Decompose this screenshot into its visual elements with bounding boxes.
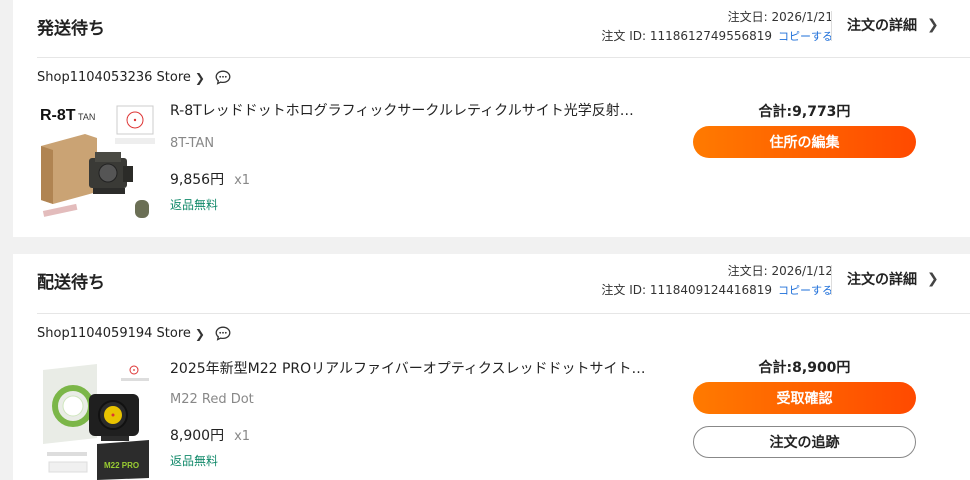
product-price-row: 9,856円 x1 [170,169,250,189]
product-title[interactable]: 2025年新型M22 PROリアルファイバーオプティクスレッドドットサイト… [170,358,645,378]
product-title[interactable]: R-8Tレッドドットホログラフィックサークルレティクルサイト光学反射… [170,100,634,120]
confirm-receipt-button[interactable]: 受取確認 [693,382,916,414]
product-image[interactable]: R-8T TAN [37,100,157,222]
order-card: 発送待ち 注文日: 2026/1/21 注文 ID: 1118612749556… [13,0,970,237]
chevron-right-icon: ❯ [927,271,939,287]
product-quantity: x1 [234,173,251,188]
product-quantity: x1 [234,429,251,444]
order-status: 発送待ち [37,19,105,39]
order-card: 配送待ち 注文日: 2026/1/12 注文 ID: 1118409124416… [13,254,970,480]
shop-link[interactable]: Shop1104059194 Store ❯ [37,326,231,341]
divider [831,11,832,41]
chevron-right-icon: ❯ [927,17,939,33]
order-detail-label: 注文の詳細 [847,272,917,288]
svg-text:R-8T: R-8T [40,107,76,124]
order-id-row: 注文 ID: 1118409124416819 コピーする [601,281,833,300]
order-date: 注文日: 2026/1/21 [727,10,833,24]
shop-name: Shop1104059194 Store [37,326,191,341]
order-detail-link[interactable]: 注文の詳細 ❯ [847,15,939,35]
edit-address-button[interactable]: 住所の編集 [693,126,916,158]
divider [37,57,970,58]
product-price: 9,856円 [170,172,225,188]
free-return-badge: 返品無料 [170,198,219,212]
order-date: 注文日: 2026/1/12 [727,264,833,278]
product-price-row: 8,900円 x1 [170,425,250,445]
order-detail-label: 注文の詳細 [847,18,917,34]
shop-name: Shop1104053236 Store [37,70,191,85]
chat-icon[interactable] [215,70,231,85]
order-total: 合計:9,773円 [758,104,851,120]
order-total: 合計:8,900円 [758,360,851,376]
order-status: 配送待ち [37,273,105,293]
order-meta: 注文日: 2026/1/12 注文 ID: 1118409124416819 コピ… [601,262,833,300]
order-id: 注文 ID: 1118612749556819 [601,29,772,43]
divider [831,265,832,295]
order-header: 配送待ち 注文日: 2026/1/12 注文 ID: 1118409124416… [13,254,970,314]
product-price: 8,900円 [170,428,225,444]
order-id: 注文 ID: 1118409124416819 [601,283,772,297]
product-image[interactable]: M22 PRO [37,358,157,480]
chat-icon[interactable] [215,326,231,341]
order-meta: 注文日: 2026/1/21 注文 ID: 1118612749556819 コピ… [601,8,833,46]
chevron-right-icon: ❯ [194,70,205,85]
divider [37,313,970,314]
order-detail-link[interactable]: 注文の詳細 ❯ [847,269,939,289]
track-order-button[interactable]: 注文の追跡 [693,426,916,458]
copy-id-link[interactable]: コピーする [778,284,833,297]
product-variant: M22 Red Dot [170,392,254,407]
product-variant: 8T-TAN [170,136,215,151]
order-header: 発送待ち 注文日: 2026/1/21 注文 ID: 1118612749556… [13,0,970,58]
shop-link[interactable]: Shop1104053236 Store ❯ [37,70,231,85]
svg-text:M22 PRO: M22 PRO [104,461,139,470]
chevron-right-icon: ❯ [194,326,205,341]
order-id-row: 注文 ID: 1118612749556819 コピーする [601,27,833,46]
copy-id-link[interactable]: コピーする [778,30,833,43]
svg-text:TAN: TAN [78,112,95,122]
free-return-badge: 返品無料 [170,454,219,468]
